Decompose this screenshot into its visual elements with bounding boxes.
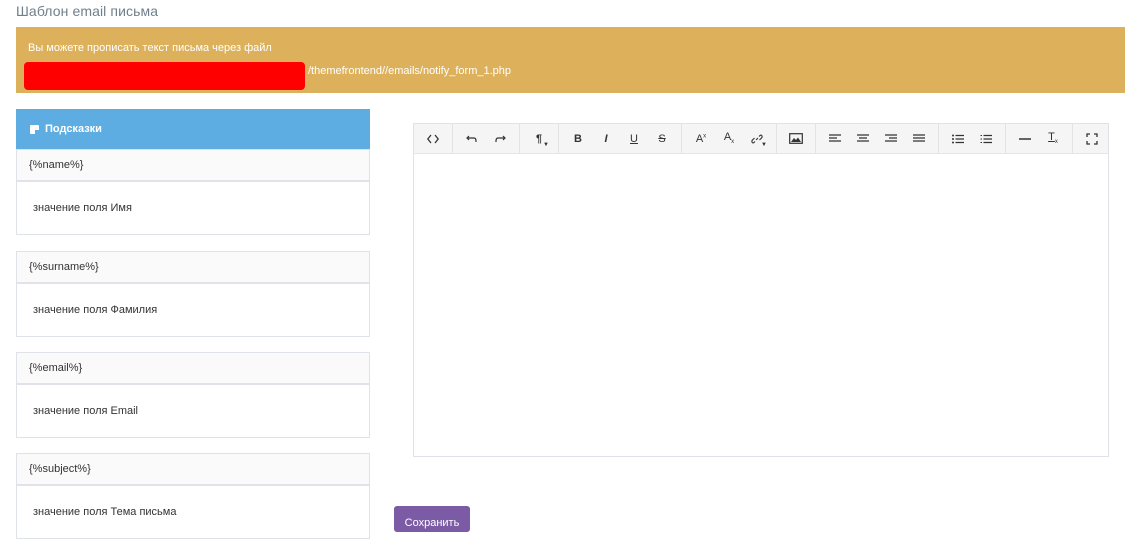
image-icon	[789, 133, 803, 144]
note-icon	[30, 124, 39, 134]
fullscreen-button[interactable]	[1078, 124, 1106, 154]
align-right-icon	[885, 133, 897, 142]
hint-description: значение поля Тема письма	[33, 506, 177, 518]
underline-button[interactable]: U	[620, 124, 648, 154]
pilcrow-icon: ¶	[535, 132, 543, 145]
clear-format-icon: Tx	[1048, 131, 1058, 146]
subscript-icon: Ax	[723, 131, 735, 146]
link-button[interactable]: ▼	[743, 124, 771, 154]
editor-content-area[interactable]	[414, 154, 1108, 456]
hints-header-label: Подсказки	[45, 123, 102, 135]
insert-image-button[interactable]	[782, 124, 810, 154]
align-center-button[interactable]	[849, 124, 877, 154]
hints-panel-header: Подсказки	[16, 109, 370, 149]
hint-code: {%name%}	[17, 150, 369, 182]
clear-format-button[interactable]: Tx	[1039, 124, 1067, 154]
hint-description: значение поля Email	[33, 405, 139, 417]
superscript-button[interactable]: Ax	[687, 124, 715, 154]
fullscreen-icon	[1086, 132, 1098, 145]
horizontal-rule-button[interactable]	[1011, 124, 1039, 154]
numbered-list-button[interactable]	[972, 124, 1000, 154]
numbered-list-icon	[980, 134, 992, 143]
align-justify-button[interactable]	[905, 124, 933, 154]
hint-code: {%surname%}	[17, 252, 369, 284]
undo-icon	[466, 135, 477, 142]
bullet-list-icon	[952, 134, 964, 143]
bold-button[interactable]: B	[564, 124, 592, 154]
save-button[interactable]: Сохранить	[394, 506, 470, 532]
rich-text-editor: ¶ ▼ B I U S Ax Ax ▼ Tx	[413, 123, 1109, 457]
hint-code: {%subject%}	[17, 454, 369, 486]
align-justify-icon	[913, 133, 925, 142]
hint-card-email: {%email%} значение поля Email	[16, 352, 370, 438]
code-view-button[interactable]	[419, 124, 447, 154]
paragraph-format-button[interactable]: ¶ ▼	[525, 124, 553, 154]
strikethrough-icon: S	[658, 132, 666, 145]
hint-description: значение поля Фамилия	[33, 304, 158, 316]
align-left-button[interactable]	[821, 124, 849, 154]
underline-icon: U	[630, 132, 638, 145]
align-center-icon	[857, 133, 869, 142]
align-left-icon	[829, 133, 841, 142]
code-icon	[427, 134, 439, 143]
hint-description: значение поля Имя	[33, 202, 132, 214]
italic-button[interactable]: I	[592, 124, 620, 154]
bold-icon: B	[574, 132, 582, 145]
italic-icon: I	[604, 132, 608, 145]
redacted-path-block	[24, 62, 305, 90]
subscript-button[interactable]: Ax	[715, 124, 743, 154]
page-title: Шаблон email письма	[16, 3, 159, 19]
horizontal-rule-icon	[1019, 137, 1031, 140]
editor-toolbar: ¶ ▼ B I U S Ax Ax ▼ Tx	[414, 123, 1108, 154]
bullet-list-button[interactable]	[944, 124, 972, 154]
hint-card-surname: {%surname%} значение поля Фамилия	[16, 251, 370, 337]
hint-code: {%email%}	[17, 353, 369, 385]
notice-file-path: /themefrontend//emails/notify_form_1.php	[308, 65, 512, 77]
notice-text: Вы можете прописать текст письма через ф…	[28, 42, 272, 54]
hint-card-subject: {%subject%} значение поля Тема письма	[16, 453, 370, 539]
superscript-icon: Ax	[695, 132, 707, 145]
redo-icon	[495, 135, 506, 142]
file-template-notice: Вы можете прописать текст письма через ф…	[16, 27, 1125, 93]
redo-button[interactable]	[486, 124, 514, 154]
hint-card-name: {%name%} значение поля Имя	[16, 149, 370, 235]
undo-button[interactable]	[458, 124, 486, 154]
strikethrough-button[interactable]: S	[648, 124, 676, 154]
align-right-button[interactable]	[877, 124, 905, 154]
